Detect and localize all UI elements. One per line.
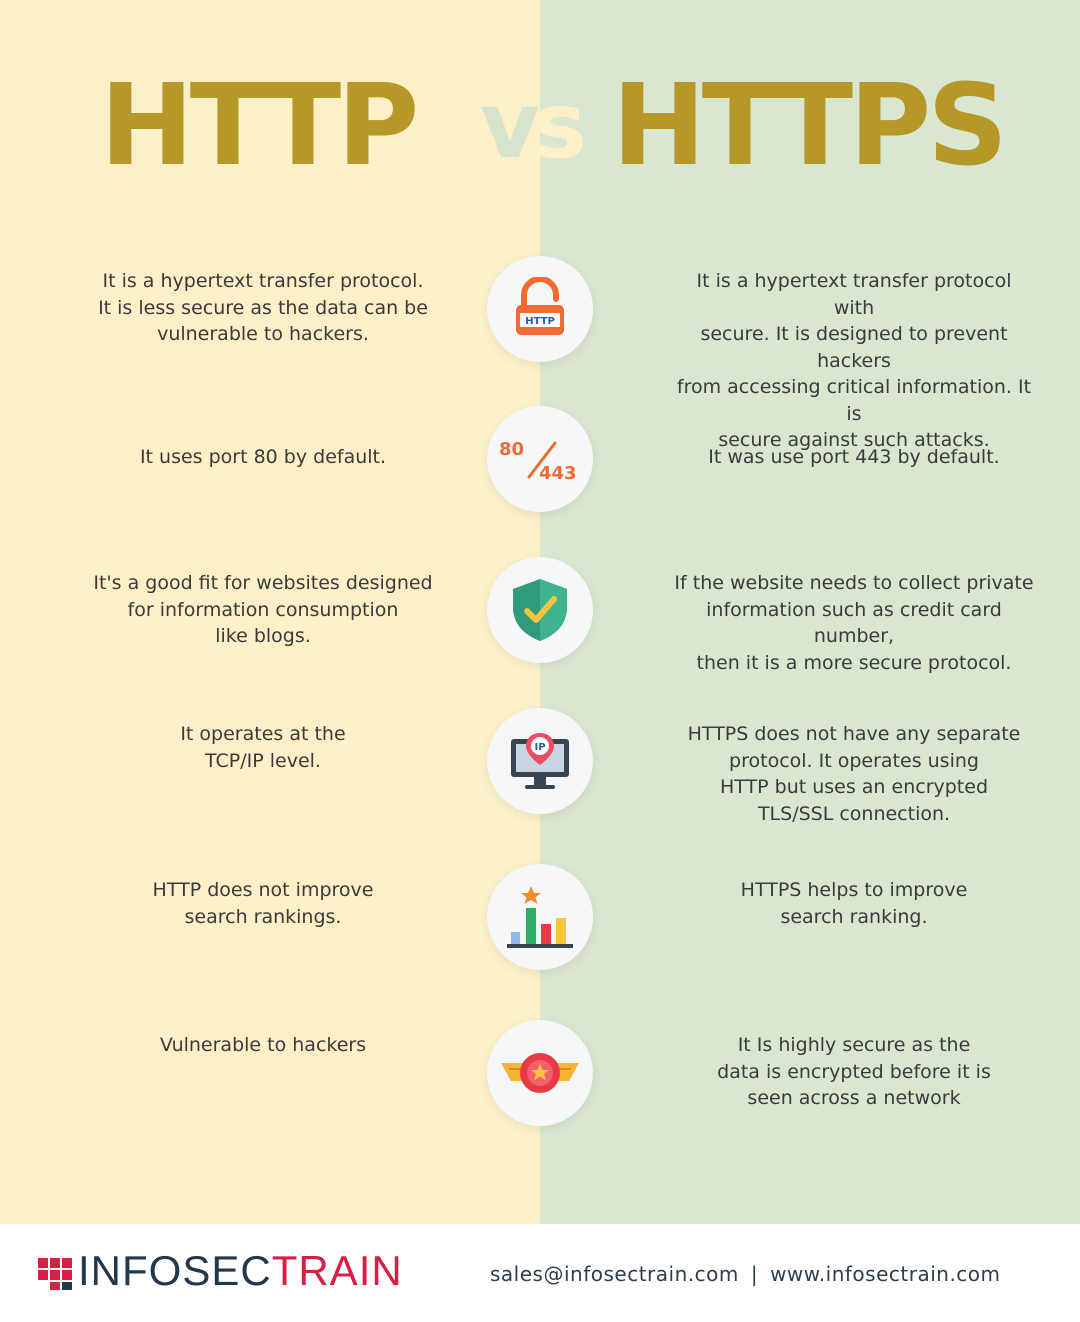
logo-brand-infosec: INFOSEC: [78, 1247, 272, 1294]
monitor-ip-icon: IP: [487, 708, 593, 814]
https-point-5: HTTPS helps to improve search ranking.: [740, 879, 968, 928]
port-443-text: 443: [539, 463, 577, 484]
https-point-4: HTTPS does not have any separate protocol…: [687, 723, 1021, 825]
https-point-1: It is a hypertext transfer protocol with…: [676, 270, 1032, 451]
http-padlock-icon: HTTP: [487, 256, 593, 362]
http-title: HTTP: [100, 61, 419, 191]
http-point-2: It uses port 80 by default.: [139, 446, 387, 468]
ip-icon-text: IP: [534, 742, 545, 753]
infosectrain-logo[interactable]: INFOSECTRAIN: [78, 1250, 403, 1292]
email-link[interactable]: sales@infosectrain.com: [490, 1262, 739, 1286]
vs-s-letter: s: [531, 72, 587, 179]
http-point-1: It is a hypertext transfer protocol. It i…: [98, 270, 428, 345]
https-point-6: It Is highly secure as the data is encryp…: [717, 1034, 991, 1109]
shield-check-icon: [487, 557, 593, 663]
https-title: HTTPS: [612, 61, 1008, 191]
http-point-3: It's a good fit for websites designed for…: [93, 572, 433, 647]
website-link[interactable]: www.infosectrain.com: [770, 1262, 1000, 1286]
bar-chart-star-icon: [487, 864, 593, 970]
infosectrain-logo-icon: [38, 1258, 72, 1290]
contact-separator: |: [750, 1262, 759, 1286]
https-point-2: It was use port 443 by default.: [708, 446, 1000, 468]
vs-label: vs: [480, 80, 587, 172]
vs-v-letter: v: [480, 72, 540, 179]
port-80-text: 80: [499, 439, 524, 460]
http-point-6: Vulnerable to hackers: [159, 1034, 367, 1056]
https-point-3: If the website needs to collect private i…: [674, 572, 1034, 674]
http-point-5: HTTP does not improve search rankings.: [152, 879, 374, 928]
port-80-443-icon: 80 443: [487, 406, 593, 512]
winged-star-badge-icon: [487, 1020, 593, 1126]
contact-line: sales@infosectrain.com | www.infosectrain.…: [490, 1262, 1001, 1286]
http-point-4: It operates at the TCP/IP level.: [180, 723, 346, 772]
logo-brand-train: TRAIN: [271, 1247, 403, 1294]
http-icon-text: HTTP: [525, 316, 555, 327]
